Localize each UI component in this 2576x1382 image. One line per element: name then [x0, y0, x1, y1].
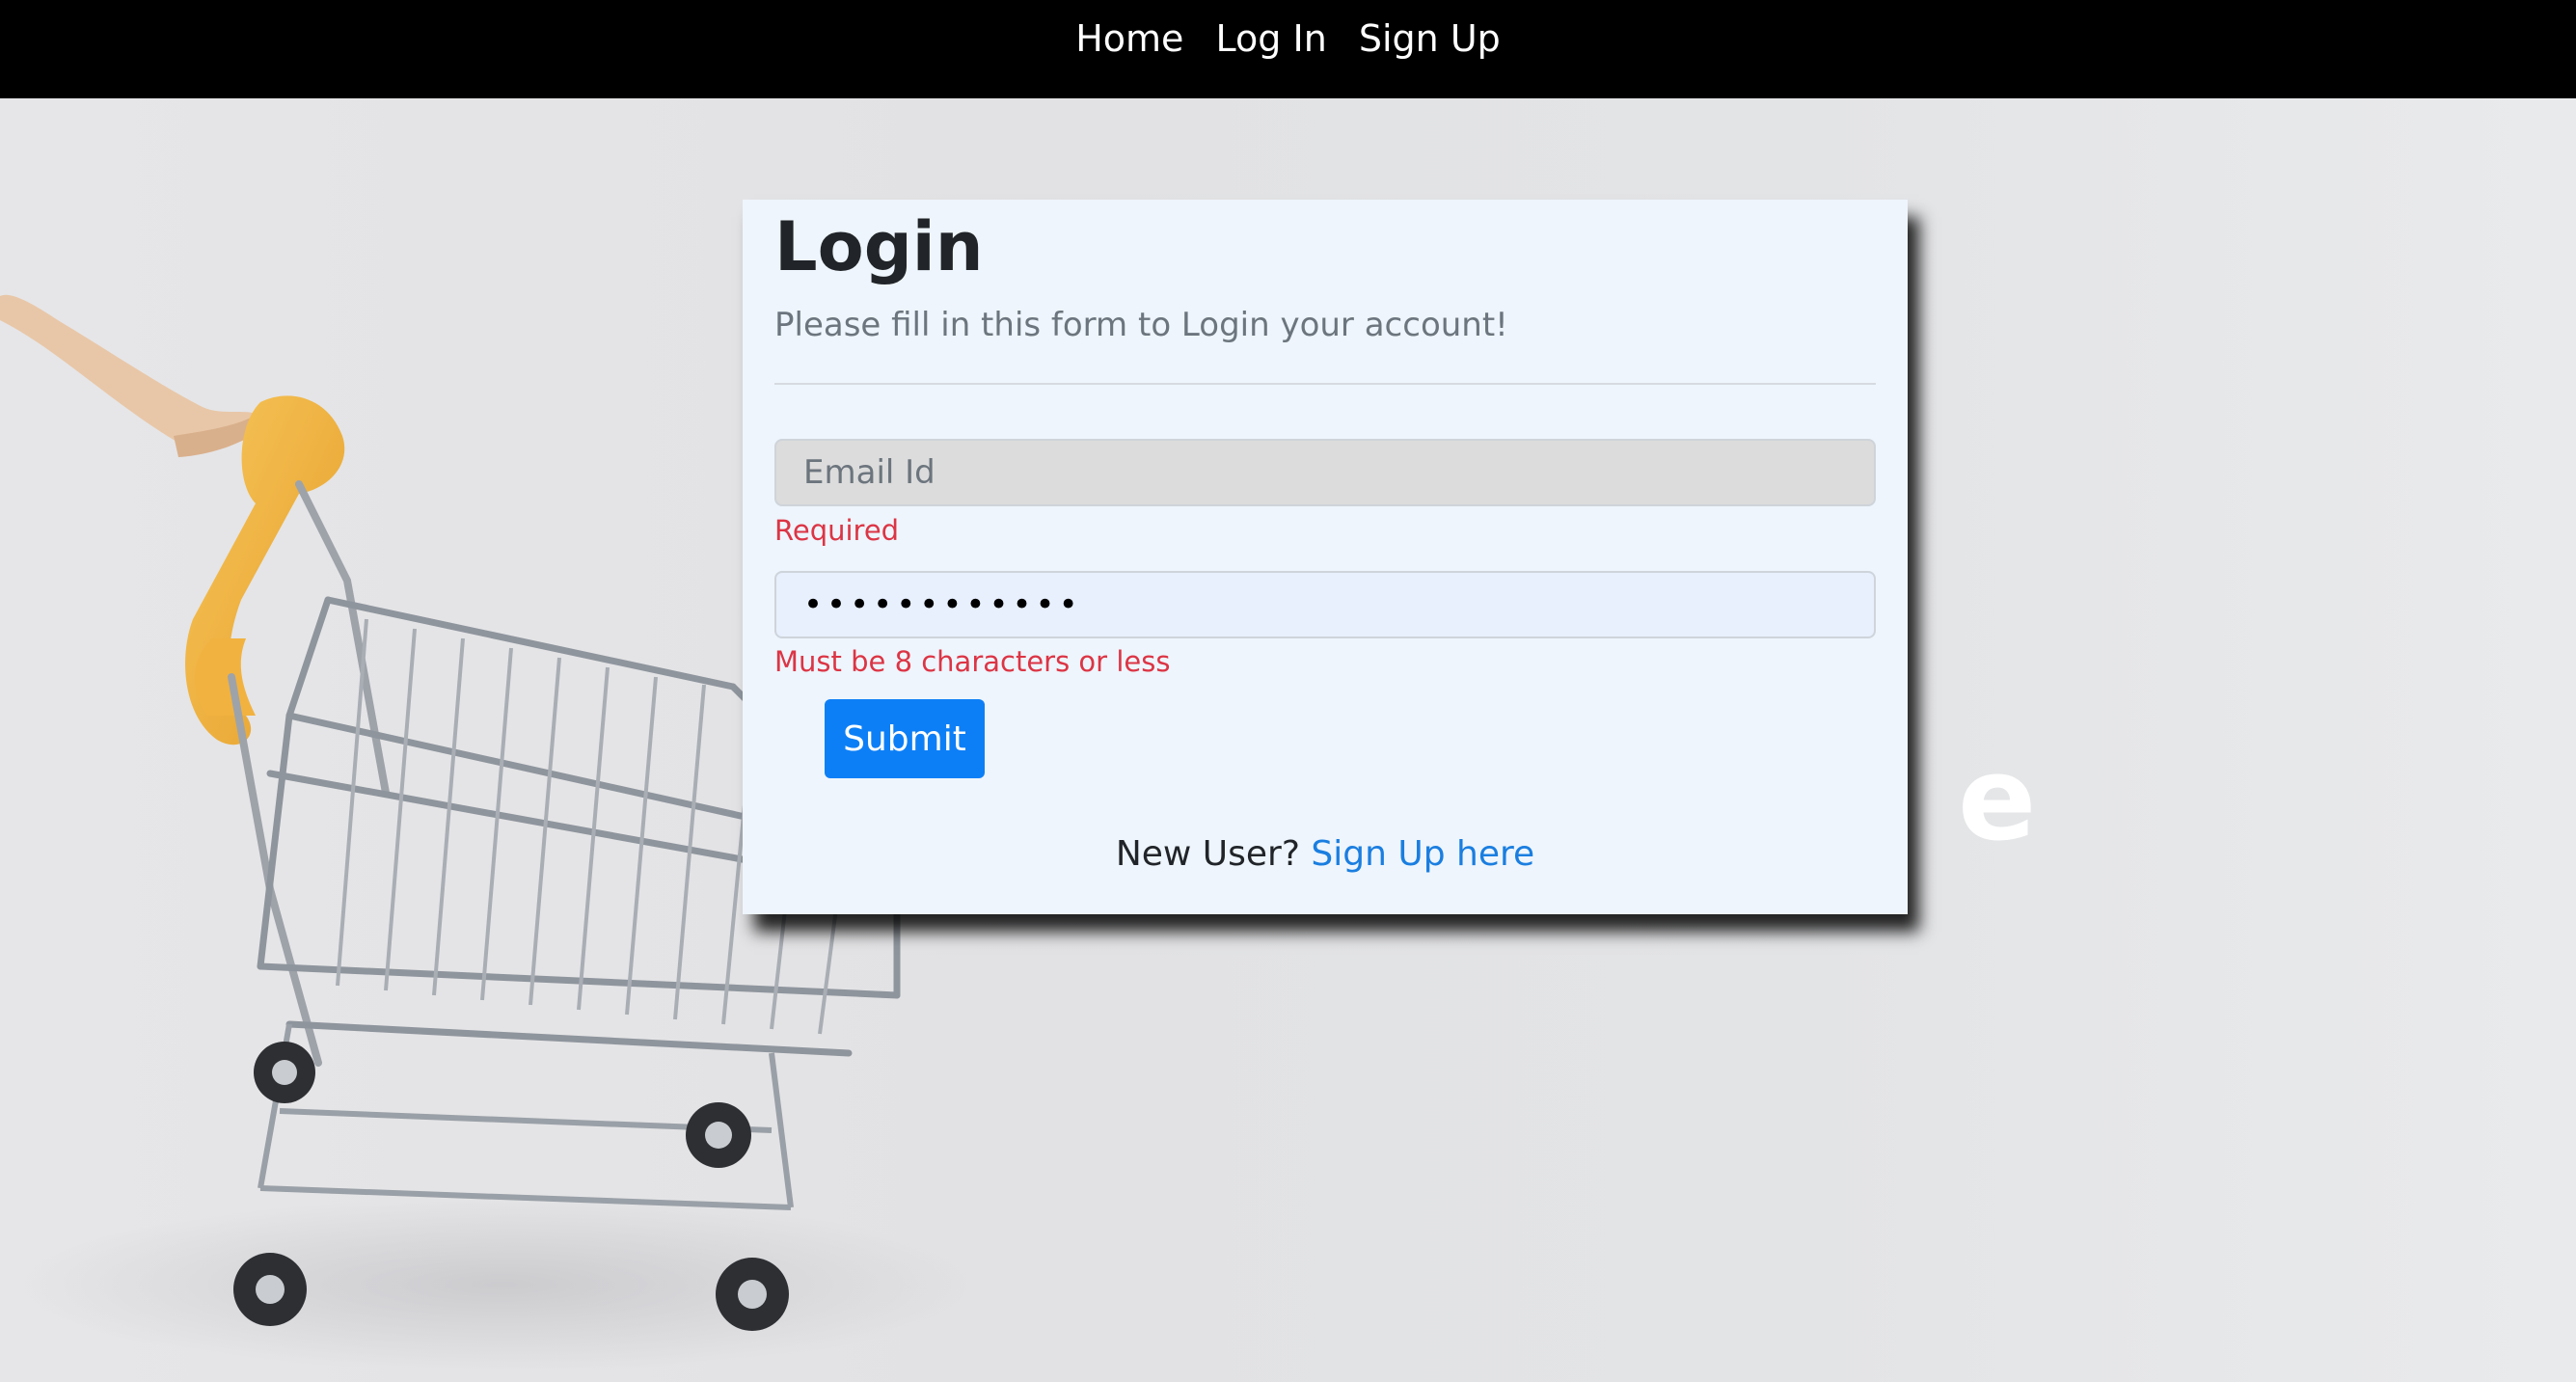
password-input[interactable]: •••••••••••• — [774, 571, 1876, 638]
nav-home-link[interactable]: Home — [1075, 0, 1183, 77]
form-divider — [774, 383, 1876, 385]
signup-prompt-row: New User? Sign Up here — [743, 834, 1908, 874]
login-subtitle: Please fill in this form to Login your a… — [774, 306, 1508, 344]
signup-here-link[interactable]: Sign Up here — [1311, 834, 1534, 874]
nav-links: Home Log In Sign Up — [0, 0, 2576, 77]
password-error-text: Must be 8 characters or less — [774, 645, 1171, 678]
email-error-text: Required — [774, 514, 900, 547]
nav-signup-link[interactable]: Sign Up — [1359, 0, 1501, 77]
top-navbar: Home Log In Sign Up — [0, 0, 2576, 98]
password-value: •••••••••••• — [803, 585, 1082, 624]
login-title: Login — [774, 207, 984, 286]
login-card: Login Please fill in this form to Login … — [743, 200, 1908, 914]
email-input[interactable] — [774, 439, 1876, 506]
nav-login-link[interactable]: Log In — [1216, 0, 1327, 77]
submit-button[interactable]: Submit — [825, 699, 985, 778]
background-letter: e — [1958, 733, 2037, 867]
signup-prompt-text: New User? — [1115, 834, 1300, 874]
